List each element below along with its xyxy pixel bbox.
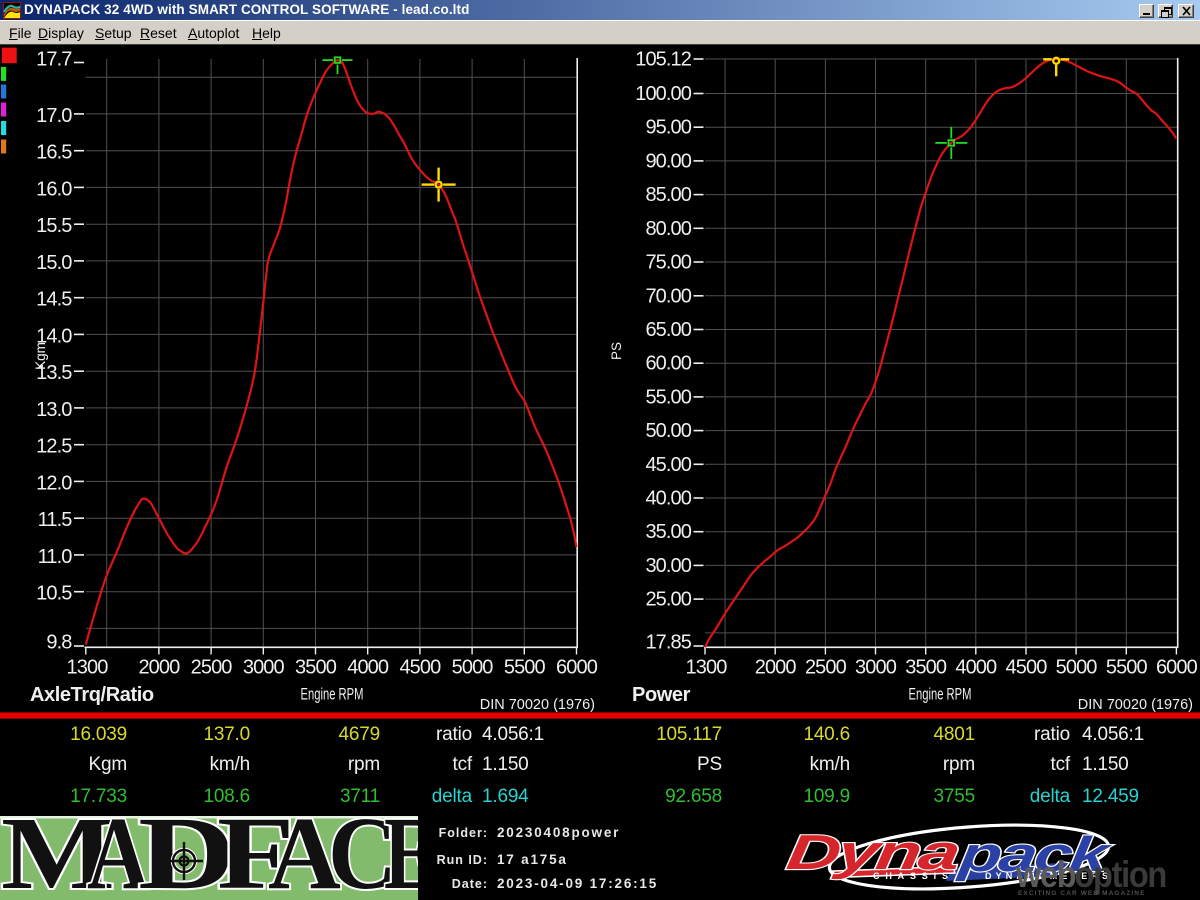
svg-text:1300: 1300	[686, 657, 728, 679]
svg-text:2500: 2500	[191, 657, 233, 679]
svg-text:5500: 5500	[504, 657, 546, 679]
svg-text:DIN 70020 (1976): DIN 70020 (1976)	[1078, 697, 1193, 712]
svg-text:13.0: 13.0	[36, 399, 72, 421]
svg-text:6000: 6000	[1156, 657, 1198, 679]
svg-text:5000: 5000	[452, 657, 494, 679]
svg-text:105.12: 105.12	[635, 48, 692, 70]
svg-text:15.0: 15.0	[36, 252, 72, 274]
svg-text:2500: 2500	[805, 657, 847, 679]
svg-text:100.00: 100.00	[635, 83, 692, 105]
svg-text:1300: 1300	[67, 657, 109, 679]
svg-text:40.00: 40.00	[645, 488, 691, 510]
svg-text:9.8: 9.8	[46, 632, 72, 654]
svg-text:Engine RPM: Engine RPM	[909, 685, 972, 704]
svg-text:6000: 6000	[556, 657, 598, 679]
svg-text:Power: Power	[632, 684, 691, 706]
svg-text:30.00: 30.00	[645, 555, 691, 577]
svg-text:12.0: 12.0	[36, 472, 72, 494]
svg-text:3000: 3000	[243, 657, 285, 679]
svg-text:4500: 4500	[1006, 657, 1048, 679]
svg-text:3500: 3500	[295, 657, 337, 679]
svg-text:55.00: 55.00	[645, 386, 691, 408]
svg-text:Kgm: Kgm	[33, 342, 48, 370]
svg-text:11.5: 11.5	[38, 509, 73, 531]
svg-text:25.00: 25.00	[645, 589, 691, 611]
svg-text:17.85: 17.85	[645, 632, 691, 654]
svg-text:4000: 4000	[955, 657, 997, 679]
svg-text:16.0: 16.0	[36, 178, 72, 200]
svg-text:70.00: 70.00	[645, 285, 691, 307]
svg-text:Engine RPM: Engine RPM	[301, 685, 364, 704]
svg-text:DIN 70020 (1976): DIN 70020 (1976)	[480, 697, 595, 712]
svg-text:60.00: 60.00	[645, 353, 691, 375]
svg-text:11.0: 11.0	[38, 546, 73, 568]
svg-text:75.00: 75.00	[645, 252, 691, 274]
svg-text:3500: 3500	[905, 657, 947, 679]
svg-text:12.5: 12.5	[36, 436, 72, 458]
svg-text:90.00: 90.00	[645, 150, 691, 172]
svg-text:15.5: 15.5	[36, 215, 72, 237]
svg-text:4000: 4000	[347, 657, 389, 679]
svg-text:5000: 5000	[1056, 657, 1098, 679]
svg-text:17.0: 17.0	[36, 105, 72, 127]
svg-text:17.7: 17.7	[36, 49, 72, 71]
svg-text:65.00: 65.00	[645, 319, 691, 341]
svg-text:50.00: 50.00	[645, 420, 691, 442]
svg-text:95.00: 95.00	[645, 117, 691, 139]
svg-text:14.5: 14.5	[36, 289, 72, 311]
svg-text:AxleTrq/Ratio: AxleTrq/Ratio	[30, 684, 154, 706]
svg-text:80.00: 80.00	[645, 218, 691, 240]
svg-text:PS: PS	[609, 342, 624, 360]
svg-text:5500: 5500	[1106, 657, 1148, 679]
svg-text:35.00: 35.00	[645, 521, 691, 543]
svg-text:2000: 2000	[138, 657, 180, 679]
svg-text:10.5: 10.5	[36, 583, 72, 605]
svg-text:EXCITING CAR WEB MAGAZINE: EXCITING CAR WEB MAGAZINE	[1018, 890, 1146, 897]
svg-text:2000: 2000	[755, 657, 797, 679]
svg-text:85.00: 85.00	[645, 184, 691, 206]
svg-text:3000: 3000	[855, 657, 897, 679]
svg-text:16.5: 16.5	[36, 142, 72, 164]
svg-text:45.00: 45.00	[645, 454, 691, 476]
svg-text:4500: 4500	[399, 657, 441, 679]
